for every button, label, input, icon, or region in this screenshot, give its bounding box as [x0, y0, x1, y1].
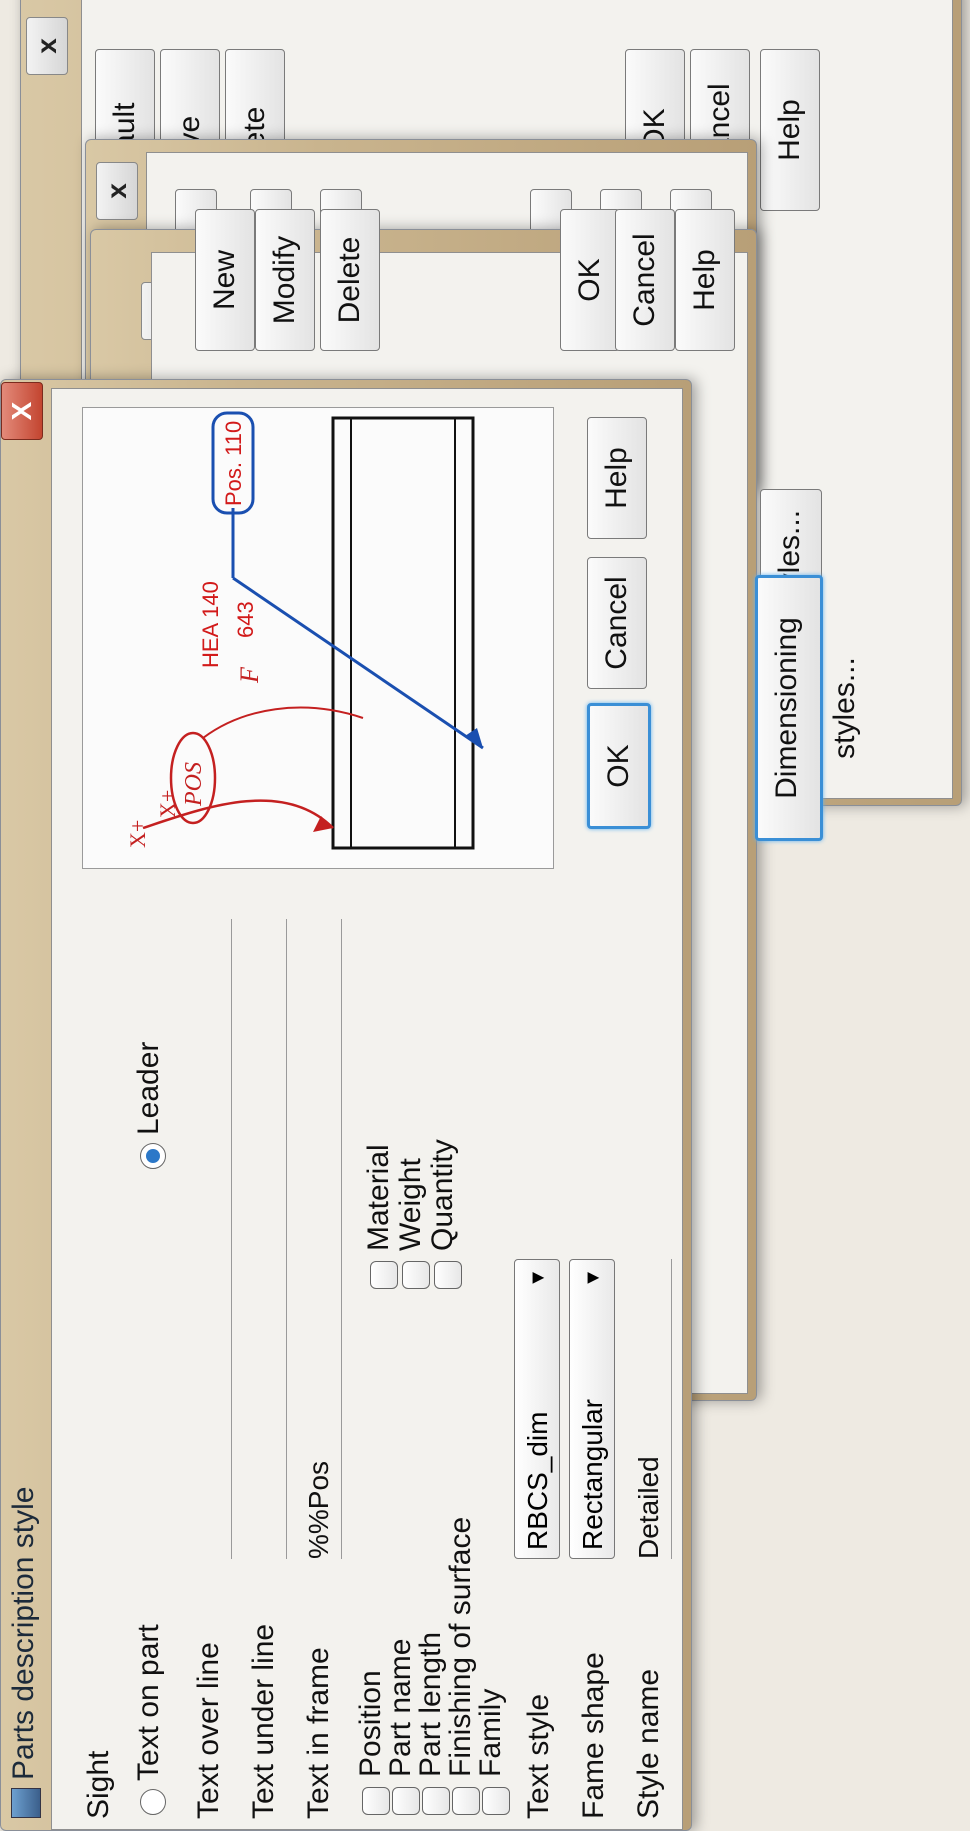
frame-shape-select[interactable]: Rectangular ▼	[569, 1259, 615, 1559]
style-name-label: Style name	[632, 1668, 665, 1819]
text-in-frame-field[interactable]: %%Pos	[297, 919, 342, 1559]
checkbox-quantity-label: Quantity	[426, 1139, 459, 1251]
app-icon	[11, 1788, 41, 1818]
frame-shape-label: Fame shape	[577, 1652, 610, 1819]
modify-button[interactable]: Modify	[255, 209, 315, 351]
beam-shape	[331, 416, 475, 850]
text-style-select[interactable]: RBCS_dim ▼	[514, 1259, 560, 1559]
length-label: 643	[233, 601, 258, 638]
cancel-button[interactable]: Cancel	[587, 557, 647, 689]
radio-leader-label: Leader	[132, 1041, 165, 1135]
checkbox-finishing-of-surface[interactable]	[452, 1787, 480, 1815]
checkbox-family-label: Family	[474, 1688, 507, 1777]
chevron-down-icon: ▼	[582, 1268, 604, 1288]
screen: x Default Save Delete OK Cancel Help x x…	[0, 0, 970, 1831]
dialog-client: Sight Text on part Leader Text over line…	[51, 388, 683, 1830]
frame-shape-value: Rectangular	[577, 1399, 608, 1550]
handwritten-stroke	[202, 706, 364, 739]
text-in-frame-label: Text in frame	[302, 1647, 335, 1819]
dialog-title: Parts description style	[7, 1486, 40, 1780]
text-under-line-field[interactable]	[242, 919, 287, 1559]
section-label: HEA 140	[198, 581, 223, 668]
dimensioning-styles-button[interactable]: Dimensioning styles...	[755, 575, 861, 841]
new-button[interactable]: New	[195, 209, 255, 351]
checkbox-part-name-label: Part name	[384, 1638, 417, 1777]
close-icon[interactable]: X	[1, 382, 43, 440]
checkbox-position[interactable]	[362, 1787, 390, 1815]
checkbox-material-label: Material	[362, 1144, 395, 1251]
checkbox-position-label: Position	[354, 1670, 387, 1777]
checkbox-part-name[interactable]	[392, 1787, 420, 1815]
close-icon[interactable]: x	[26, 17, 68, 75]
checkbox-part-length-label: Part length	[414, 1631, 447, 1777]
delete-button[interactable]: Delete	[320, 209, 380, 351]
cancel-button[interactable]: Cancel	[615, 209, 675, 351]
checkbox-quantity[interactable]	[434, 1261, 462, 1289]
radio-leader[interactable]	[140, 1143, 166, 1169]
radio-text-on-part-label: Text on part	[132, 1624, 165, 1781]
leader-line	[232, 576, 484, 750]
ok-button[interactable]: OK	[587, 703, 651, 829]
handwritten-x2: X+	[155, 790, 180, 818]
style-name-field[interactable]: Detailed	[627, 1259, 672, 1559]
handwritten-x1: X+	[125, 820, 150, 848]
preview-drawing: Pos. 110 HEA 140 643 POS X+ X+ F	[125, 411, 484, 850]
checkbox-weight[interactable]	[402, 1261, 430, 1289]
ok-button[interactable]: OK	[560, 209, 620, 351]
text-under-line-label: Text under line	[247, 1623, 280, 1819]
handwritten-f: F	[235, 666, 264, 684]
checkbox-material[interactable]	[370, 1261, 398, 1289]
pos-bubble-text: Pos. 110	[221, 421, 246, 506]
chevron-down-icon: ▼	[527, 1268, 549, 1288]
radio-text-on-part[interactable]	[140, 1789, 166, 1815]
preview-panel: Pos. 110 HEA 140 643 POS X+ X+ F	[82, 407, 554, 869]
text-style-value: RBCS_dim	[522, 1411, 553, 1550]
handwritten-pos-text: POS	[181, 762, 207, 807]
help-button[interactable]: Help	[587, 417, 647, 539]
text-over-line-field[interactable]	[187, 919, 232, 1559]
checkbox-family[interactable]	[482, 1787, 510, 1815]
checkbox-weight-label: Weight	[394, 1158, 427, 1251]
help-button[interactable]: Help	[760, 49, 820, 211]
checkbox-part-length[interactable]	[422, 1787, 450, 1815]
parts-description-dialog: Parts description style X Sight Text on …	[0, 379, 692, 1831]
close-icon[interactable]: x	[96, 162, 138, 220]
text-style-label: Text style	[522, 1693, 555, 1819]
checkbox-finishing-label: Finishing of surface	[444, 1516, 477, 1777]
text-over-line-label: Text over line	[192, 1642, 225, 1819]
help-button[interactable]: Help	[675, 209, 735, 351]
sight-label: Sight	[82, 1750, 115, 1819]
